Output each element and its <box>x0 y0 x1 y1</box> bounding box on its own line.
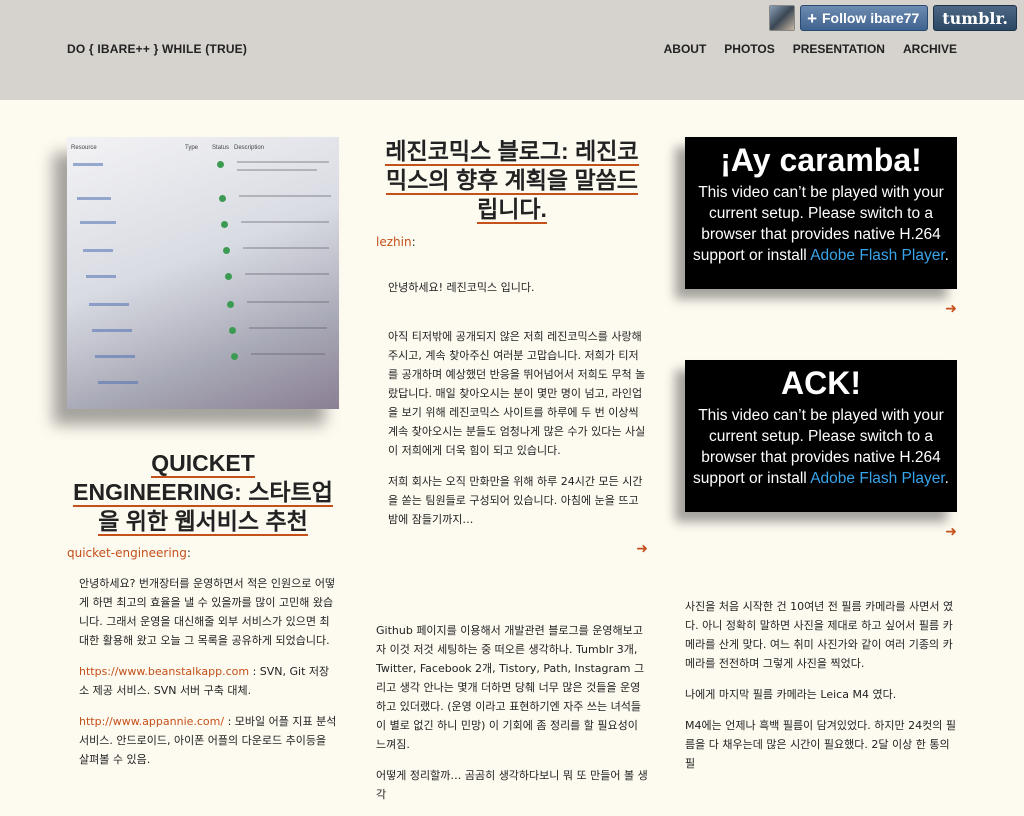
source-suffix: : <box>411 235 416 249</box>
video-error-end: . <box>944 247 949 264</box>
photo-header-resource: Resource <box>71 145 97 151</box>
photo-desc-line <box>247 301 329 303</box>
post-paragraph: 나에게 마지막 필름 카메라는 Leica M4 였다. <box>685 688 897 701</box>
nav-about[interactable]: ABOUT <box>664 42 707 56</box>
follow-label: Follow ibare77 <box>822 10 920 26</box>
post-paragraph: 어떻게 정리할까… 곰곰히 생각하다보니 뭐 또 만들어 볼 생각 <box>376 769 648 801</box>
source-link[interactable]: quicket-engineering <box>67 546 187 560</box>
read-more-arrow-icon[interactable]: ➜ <box>685 301 957 317</box>
post-body: Github 페이지를 이용해서 개발관련 블로그를 운영해보고자 이것 저것 … <box>376 621 648 804</box>
flash-player-link[interactable]: Adobe Flash Player <box>810 470 944 487</box>
follow-button[interactable]: + Follow ibare77 <box>800 5 929 31</box>
photo-desc-line <box>237 169 317 171</box>
post-paragraph: https://www.beanstalkapp.com : SVN, Git … <box>79 662 339 700</box>
video-error-message: This video can’t be played with your cur… <box>685 402 957 489</box>
flash-player-link[interactable]: Adobe Flash Player <box>810 247 944 264</box>
photo-desc-line <box>241 221 329 223</box>
status-dot <box>225 273 232 280</box>
status-dot <box>223 247 230 254</box>
post-body: 사진을 처음 시작한 건 10여년 전 필름 카메라를 사면서 였다. 아니 정… <box>685 597 957 773</box>
photo-resource-line <box>73 163 103 166</box>
status-dot <box>231 353 238 360</box>
plus-icon: + <box>807 8 817 28</box>
post-column-2: 레진코믹스 블로그: 레진코믹스의 향후 계획을 말씀드립니다. lezhin:… <box>376 137 648 816</box>
photo-resource-line <box>89 303 129 306</box>
post-source: lezhin: <box>376 235 648 249</box>
post-title-text[interactable]: QUICKET ENGINEERING: 스타트업을 위한 웹서비스 추천 <box>73 450 333 536</box>
photo-desc-line <box>249 327 327 329</box>
photo-resource-line <box>80 221 116 224</box>
post-paragraph: 저희 회사는 오직 만화만을 위해 하루 24시간 모든 시간을 쏟는 팀원들로… <box>388 475 643 526</box>
read-more-arrow-icon[interactable]: ➜ <box>376 541 648 557</box>
source-link[interactable]: lezhin <box>376 235 412 249</box>
video-error-title: ACK! <box>781 365 861 401</box>
source-suffix: : <box>186 546 191 560</box>
status-dot <box>229 327 236 334</box>
photo-desc-line <box>237 161 329 163</box>
read-more-arrow-icon[interactable]: ➜ <box>685 524 957 540</box>
nav-archive[interactable]: ARCHIVE <box>903 42 957 56</box>
post-paragraph: 안녕하세요! 레진코믹스 입니다. <box>388 281 535 294</box>
photo-resource-line <box>98 381 138 384</box>
appannie-link[interactable]: http://www.appannie.com/ <box>79 715 224 728</box>
tumblr-controls: + Follow ibare77 tumblr. <box>769 5 1017 31</box>
post-photo[interactable]: Resource Type Status Description <box>67 137 339 409</box>
post-paragraph: M4에는 언제나 흑백 필름이 담겨있었다. 하지만 24컷의 필름을 다 채우… <box>685 719 956 770</box>
photo-header-status: Status <box>212 145 230 151</box>
photo-resource-line <box>86 275 116 278</box>
photo-header-type: Type <box>185 145 199 151</box>
post-body: 안녕하세요! 레진코믹스 입니다. 아직 티저밖에 공개되지 않은 저희 레진코… <box>388 278 648 529</box>
post-paragraph: http://www.appannie.com/ : 모바일 어플 지표 분석 … <box>79 712 339 769</box>
photo-header-description: Description <box>234 145 265 151</box>
status-dot <box>221 221 228 228</box>
beanstalk-link[interactable]: https://www.beanstalkapp.com <box>79 665 249 678</box>
video-player[interactable]: ¡Ay caramba! This video can’t be played … <box>685 137 957 289</box>
post-title-text[interactable]: 레진코믹스 블로그: 레진코믹스의 향후 계획을 말씀드립니다. <box>385 138 639 224</box>
status-dot <box>217 161 224 168</box>
post-source: quicket-engineering: <box>67 546 339 560</box>
photo-resource-line <box>92 329 132 332</box>
post-paragraph: 아직 티저밖에 공개되지 않은 저희 레진코믹스를 사랑해주시고, 계속 찾아주… <box>388 330 646 457</box>
avatar[interactable] <box>769 5 796 31</box>
photo-resource-line <box>77 197 111 200</box>
tumblr-logo-button[interactable]: tumblr. <box>933 5 1017 31</box>
post-title[interactable]: QUICKET ENGINEERING: 스타트업을 위한 웹서비스 추천 <box>67 449 339 536</box>
video-player[interactable]: ACK! This video can’t be played with you… <box>685 360 957 512</box>
post-body: 안녕하세요? 번개장터를 운영하면서 적은 인원으로 어떻게 하면 최고의 효율… <box>79 574 339 769</box>
photo-desc-line <box>239 195 331 197</box>
post-paragraph: Github 페이지를 이용해서 개발관련 블로그를 운영해보고자 이것 저것 … <box>376 624 645 751</box>
video-error-message: This video can’t be played with your cur… <box>685 179 957 266</box>
video-error-end: . <box>944 470 949 487</box>
post-column-1: Resource Type Status Description QUICKET… <box>67 137 339 781</box>
photo-resource-line <box>95 355 135 358</box>
photo-desc-line <box>245 273 329 275</box>
photo-desc-line <box>251 353 325 355</box>
nav-presentation[interactable]: PRESENTATION <box>793 42 885 56</box>
status-dot <box>227 301 234 308</box>
post-paragraph: 안녕하세요? 번개장터를 운영하면서 적은 인원으로 어떻게 하면 최고의 효율… <box>79 577 336 647</box>
main-nav: ABOUT PHOTOS PRESENTATION ARCHIVE <box>664 42 957 56</box>
photo-resource-line <box>83 249 113 252</box>
video-error-title: ¡Ay caramba! <box>720 142 922 178</box>
post-title[interactable]: 레진코믹스 블로그: 레진코믹스의 향후 계획을 말씀드립니다. <box>376 137 648 224</box>
post-paragraph: 사진을 처음 시작한 건 10여년 전 필름 카메라를 사면서 였다. 아니 정… <box>685 600 954 670</box>
status-dot <box>219 195 226 202</box>
site-title[interactable]: DO { IBARE++ } WHILE (TRUE) <box>67 42 247 56</box>
post-column-3: ¡Ay caramba! This video can’t be played … <box>685 137 957 785</box>
photo-desc-line <box>243 247 329 249</box>
nav-photos[interactable]: PHOTOS <box>724 42 774 56</box>
